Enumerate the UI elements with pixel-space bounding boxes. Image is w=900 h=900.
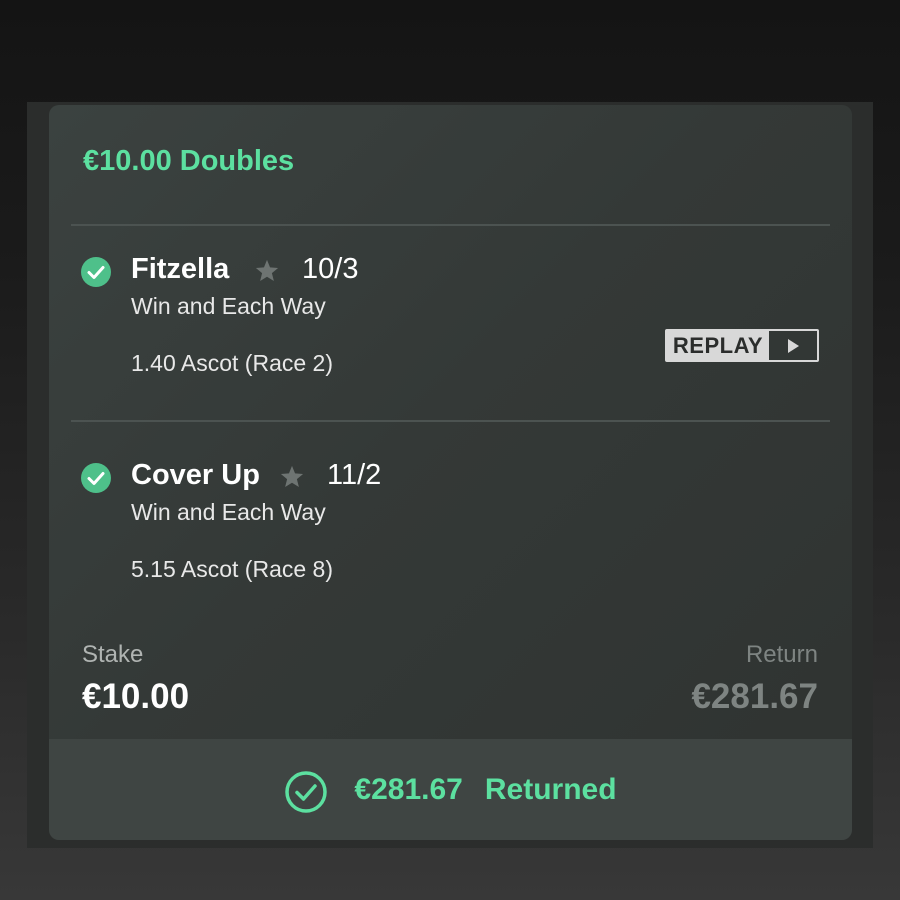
selection-name: Cover Up <box>131 459 260 491</box>
replay-button[interactable]: REPLAY <box>665 329 819 362</box>
stake-value: €10.00 <box>82 677 190 716</box>
bet-title: €10.00 Doubles <box>83 145 295 177</box>
selection-odds: 10/3 <box>302 253 359 285</box>
returned-status: Returned <box>484 772 617 806</box>
selection-race: 1.40 Ascot (Race 2) <box>131 350 333 376</box>
returned-footer: €281.67 Returned <box>49 739 852 840</box>
selection-odds: 11/2 <box>327 459 382 491</box>
star-icon[interactable] <box>278 463 306 491</box>
stake-label: Stake <box>82 641 144 668</box>
play-icon <box>769 331 817 360</box>
divider <box>71 224 830 226</box>
selection-bet-type: Win and Each Way <box>131 499 326 525</box>
returned-amount: €281.67 <box>354 772 463 806</box>
bet-card: €10.00 Doubles Fitzella 10/3 Win and Eac… <box>49 105 852 840</box>
selection-bet-type: Win and Each Way <box>131 293 326 319</box>
star-icon[interactable] <box>253 257 281 285</box>
return-label: Return <box>745 641 818 668</box>
check-circle-icon <box>81 463 111 493</box>
replay-label: REPLAY <box>667 331 769 360</box>
divider <box>71 420 830 422</box>
check-circle-icon <box>81 257 111 287</box>
selection-name: Fitzella <box>131 253 230 285</box>
selection-cover-up: Cover Up 11/2 Win and Each Way 5.15 Asco… <box>49 459 852 623</box>
selection-race: 5.15 Ascot (Race 8) <box>131 556 333 582</box>
check-circle-outline-icon <box>284 770 328 814</box>
return-value: €281.67 <box>691 677 818 716</box>
